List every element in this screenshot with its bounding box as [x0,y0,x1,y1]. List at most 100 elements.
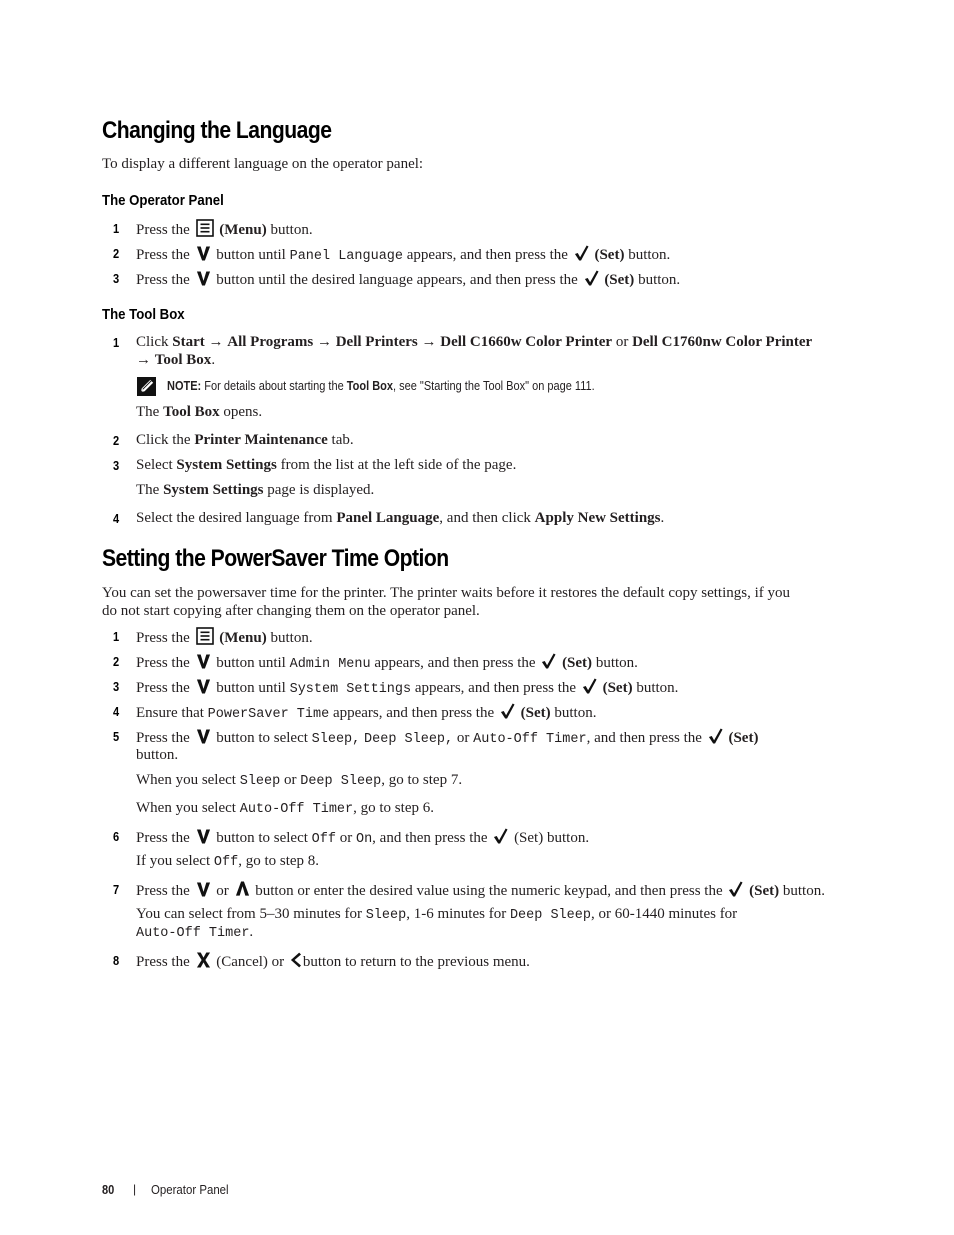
code-text: Off [213,855,239,870]
text: button. [595,655,638,671]
code-text: Admin Menu [289,657,371,672]
text: , 1-6 minutes for [406,906,507,922]
step-text: Press the button to select Off or On, an… [136,827,589,849]
step-number: 5 [113,729,120,744]
text: button until the desired language appear… [216,272,578,288]
step-text: Press the (Cancel) or button to return t… [136,951,530,971]
result-text: When you select Sleep or Deep Sleep, go … [136,771,462,791]
down-arrow-icon [196,880,211,898]
text: button. [554,705,597,721]
text: The [136,482,160,498]
text: Press the [136,222,190,238]
set-label: (Set) [604,272,635,288]
check-icon [708,727,723,745]
step-text: Press the (Menu) button. [136,219,313,239]
step-number: 7 [113,882,120,897]
text: . [211,352,216,368]
text: Select the desired language from [136,510,333,526]
step-text-cont: → Tool Box. [136,351,215,369]
text: appears, and then press the [414,680,577,696]
arrow: → [316,334,332,350]
result-text: The Tool Box opens. [136,403,262,421]
text: appears, and then press the [406,247,568,263]
text: Panel Language [336,510,440,526]
text: For details about starting the [204,379,344,393]
code-text: On [355,832,373,847]
set-label: (Set) [562,655,593,671]
text: , and then press the [372,830,488,846]
text: System Settings [176,457,277,473]
step-text: Press the button until Admin Menu appear… [136,652,638,674]
text: . [660,510,665,526]
menu-icon [196,627,214,645]
result-text: When you select Auto-Off Timer, go to st… [136,799,434,819]
step-text: Click the Printer Maintenance tab. [136,431,354,449]
text: Press the [136,630,190,646]
set-label: (Set) [602,680,633,696]
set-label: (Set) [594,247,625,263]
section-intro: You can set the powersaver time for the … [102,585,791,601]
down-arrow-icon [196,244,211,262]
text: Select [136,457,173,473]
text: If you select [136,853,211,869]
step-text-cont: button. [136,747,179,763]
menu-path-tool-box: Tool Box [154,352,212,368]
set-label: (Set) [520,705,551,721]
check-icon [584,269,599,287]
check-icon [541,652,556,670]
note: NOTE: For details about starting the Too… [167,379,595,393]
subheading-operator-panel: The Operator Panel [102,192,224,209]
note-label: NOTE: [167,379,202,393]
check-icon [493,827,508,845]
step-number: 2 [113,246,120,261]
step-text: Select System Settings from the list at … [136,456,516,474]
step-number: 3 [113,458,120,473]
text: Click the [136,432,191,448]
code-text: Deep Sleep, [364,732,454,747]
step-number: 1 [113,221,120,236]
menu-label: (Menu) [219,222,267,238]
text: Press the [136,883,190,899]
down-arrow-icon [196,827,211,845]
code-text: Auto-Off Timer [136,926,250,941]
down-arrow-icon [196,677,211,695]
text: button to select [216,830,308,846]
down-arrow-icon [196,727,211,745]
text: or [615,334,629,350]
code-text: Deep Sleep [509,908,591,923]
text: System Settings [163,482,264,498]
menu-path-start: Start [172,334,205,350]
section-intro-cont: do not start copying after changing them… [102,603,480,619]
arrow: → [136,352,151,368]
set-label: (Set) [728,730,759,746]
text: button. [636,680,679,696]
step-text: Press the button until the desired langu… [136,269,680,289]
cancel-x-icon [196,951,211,969]
text: Apply New Settings [534,510,661,526]
text: button. [546,830,590,846]
text: button to return to the previous menu. [302,954,530,970]
arrow: → [421,334,437,350]
step-number: 2 [113,654,120,669]
code-text: Auto-Off Timer [473,732,587,747]
text: or [283,772,297,788]
result-text: If you select Off, go to step 8. [136,852,319,872]
result-text-cont: Auto-Off Timer. [136,923,253,943]
text: , and then click [439,510,531,526]
text: opens. [223,404,263,420]
menu-path-c1660w: Dell C1660w Color Printer [440,334,613,350]
text: appears, and then press the [332,705,495,721]
down-arrow-icon [196,269,211,287]
text: page is displayed. [267,482,375,498]
text: . [249,924,254,940]
text: Press the [136,830,190,846]
section-intro: To display a different language on the o… [102,156,424,172]
set-label: (Set) [749,883,780,899]
text: , go to step 7. [381,772,463,788]
check-icon [574,244,589,262]
section-title-changing-language: Changing the Language [102,117,332,144]
text: Press the [136,730,190,746]
step-number: 3 [113,271,120,286]
code-text: Auto-Off Timer [239,802,354,817]
step-text: Press the button to select Sleep, Deep S… [136,727,758,749]
